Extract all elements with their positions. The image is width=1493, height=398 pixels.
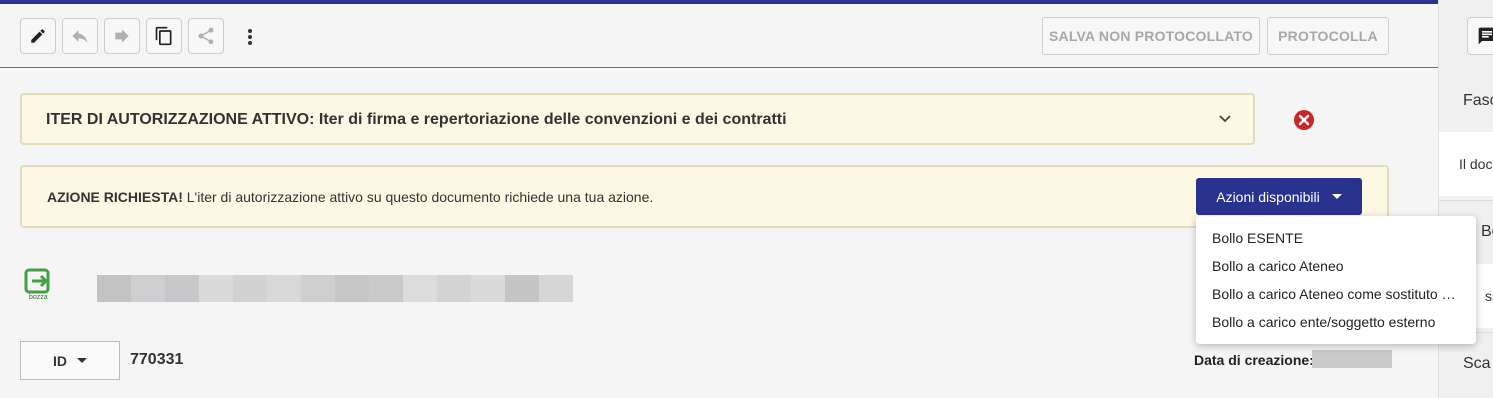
dropdown-item-bollo-ente-esterno[interactable]: Bollo a carico ente/soggetto esterno — [1196, 308, 1476, 336]
dropdown-item-bollo-ateneo[interactable]: Bollo a carico Ateneo — [1196, 252, 1476, 280]
edit-button[interactable] — [20, 18, 56, 54]
action-required-text: L'iter di autorizzazione attivo su quest… — [182, 189, 654, 205]
comment-icon — [1478, 27, 1493, 45]
actions-dropdown-menu: Bollo ESENTE Bollo a carico Ateneo Bollo… — [1196, 216, 1476, 344]
draft-document-icon: bozza — [24, 268, 54, 302]
register-button[interactable]: PROTOCOLLA — [1267, 17, 1389, 55]
id-selector-label: ID — [53, 352, 67, 369]
copy-button[interactable] — [146, 18, 182, 54]
panel-section-assunzione-text: ssu — [1485, 288, 1493, 304]
authorization-banner[interactable]: ITER DI AUTORIZZAZIONE ATTIVO: Iter di f… — [20, 93, 1255, 145]
dropdown-item-bollo-ateneo-sostituto[interactable]: Bollo a carico Ateneo come sostituto d'i… — [1196, 280, 1476, 308]
document-id-value: 770331 — [130, 351, 184, 368]
panel-section-document-text: Il doc — [1459, 156, 1493, 172]
reply-icon — [72, 30, 88, 43]
share-button[interactable] — [188, 18, 224, 54]
action-required-banner: AZIONE RICHIESTA! L'iter di autorizzazio… — [20, 165, 1389, 228]
redacted-creation-date — [1312, 350, 1392, 368]
panel-section-bollo-label: Boll — [1481, 223, 1493, 240]
redacted-title — [97, 275, 573, 302]
more-options-button[interactable] — [240, 26, 260, 48]
available-actions-button[interactable]: Azioni disponibili — [1196, 178, 1362, 215]
close-icon[interactable] — [1293, 109, 1315, 131]
chevron-down-icon[interactable] — [1219, 115, 1231, 123]
action-required-message: AZIONE RICHIESTA! L'iter di autorizzazio… — [47, 189, 653, 205]
action-required-strong: AZIONE RICHIESTA! — [47, 189, 183, 205]
caret-down-icon — [77, 358, 87, 363]
copy-icon — [155, 26, 172, 46]
share-icon — [198, 27, 214, 45]
save-unregistered-button[interactable]: SALVA NON PROTOCOLLATO — [1042, 17, 1260, 55]
comments-button[interactable] — [1467, 17, 1493, 55]
available-actions-label: Azioni disponibili — [1216, 188, 1320, 205]
authorization-banner-title: ITER DI AUTORIZZAZIONE ATTIVO: Iter di f… — [46, 111, 787, 128]
panel-section-fascicolo-label: Fasc — [1463, 92, 1493, 109]
draft-label: bozza — [29, 294, 48, 301]
export-icon — [24, 268, 50, 294]
id-selector[interactable]: ID — [20, 341, 120, 380]
panel-section-scadenza-label: Sca — [1463, 355, 1491, 372]
kebab-menu-icon — [248, 29, 252, 45]
creation-date-label: Data di creazione: — [1194, 352, 1314, 368]
pencil-icon — [31, 29, 45, 43]
panel-section-document: Il doc — [1439, 132, 1493, 196]
toolbar: SALVA NON PROTOCOLLATO PROTOCOLLA — [0, 4, 1438, 68]
panel-section-fascicolo[interactable]: Fasc — [1439, 68, 1493, 132]
caret-down-icon — [1331, 194, 1342, 199]
dropdown-item-bollo-esente[interactable]: Bollo ESENTE — [1196, 224, 1476, 252]
forward-arrow-icon — [115, 29, 129, 43]
forward-button[interactable] — [104, 18, 140, 54]
reply-button[interactable] — [62, 18, 98, 54]
